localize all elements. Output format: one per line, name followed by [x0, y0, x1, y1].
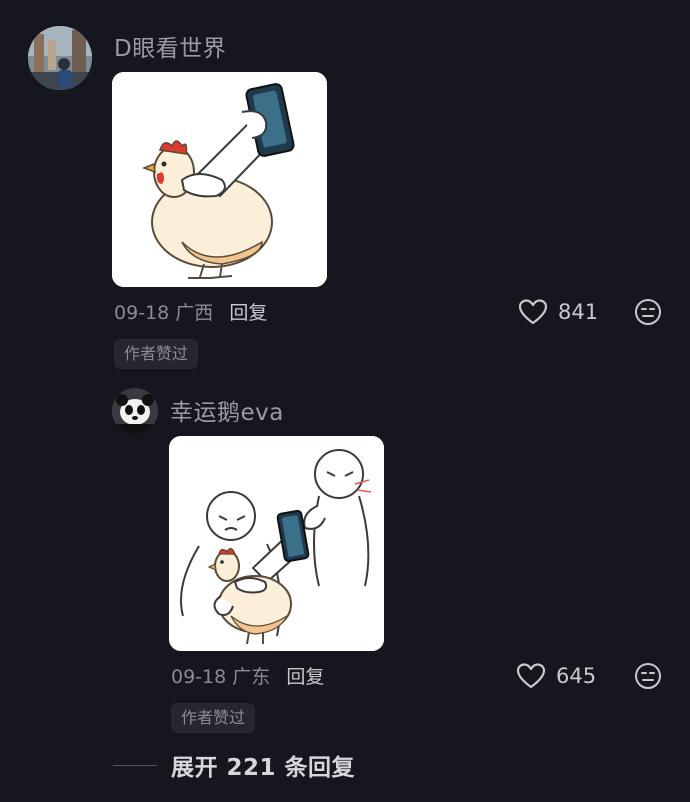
reply-username[interactable]: 幸运鹅eva: [170, 393, 284, 427]
angry-figures-phone-chicken-sticker-icon: [169, 436, 384, 651]
user-photo-avatar-icon: [28, 26, 92, 90]
expand-replies-button[interactable]: 展开 221 条回复: [113, 748, 355, 782]
reply-author-liked-badge: 作者赞过: [171, 703, 256, 733]
expand-replies-label: 展开 221 条回复: [171, 755, 356, 781]
reply-like-button[interactable]: 645: [516, 662, 596, 690]
reply-avatar[interactable]: [112, 388, 158, 434]
reply-location: 广东: [232, 666, 271, 688]
user-avatar[interactable]: [28, 26, 92, 90]
reply-reply-button[interactable]: 回复: [286, 666, 324, 688]
comment-thread: D眼看世界 09-18 广西 回复 841 作者赞过 幸运鹅eva 09-18 …: [0, 0, 690, 802]
reply-date: 09-18: [171, 666, 227, 688]
heart-icon: [516, 663, 546, 689]
comment-like-button[interactable]: 841: [518, 298, 598, 326]
heart-icon: [518, 299, 548, 325]
comment-username[interactable]: D眼看世界: [114, 29, 226, 63]
comment-dislike-button[interactable]: [634, 298, 662, 326]
reply-dislike-button[interactable]: [634, 662, 662, 690]
reply-image[interactable]: [169, 436, 384, 651]
comment-location: 广西: [175, 302, 214, 324]
comment-date: 09-18: [114, 302, 170, 324]
comment-like-count: 841: [558, 300, 599, 324]
reply-meta: 09-18 广东 回复: [171, 662, 324, 689]
comment-reply-button[interactable]: 回复: [229, 302, 267, 324]
comment-image[interactable]: [112, 72, 327, 287]
expand-divider: [113, 764, 157, 766]
reply-like-count: 645: [556, 664, 597, 688]
comment-meta: 09-18 广西 回复: [114, 298, 267, 325]
author-liked-badge: 作者赞过: [114, 339, 199, 369]
panda-avatar-icon: [112, 388, 158, 434]
hand-holding-phone-over-chicken-sticker-icon: [112, 72, 327, 287]
meh-face-icon: [635, 299, 661, 325]
meh-face-icon: [635, 663, 661, 689]
